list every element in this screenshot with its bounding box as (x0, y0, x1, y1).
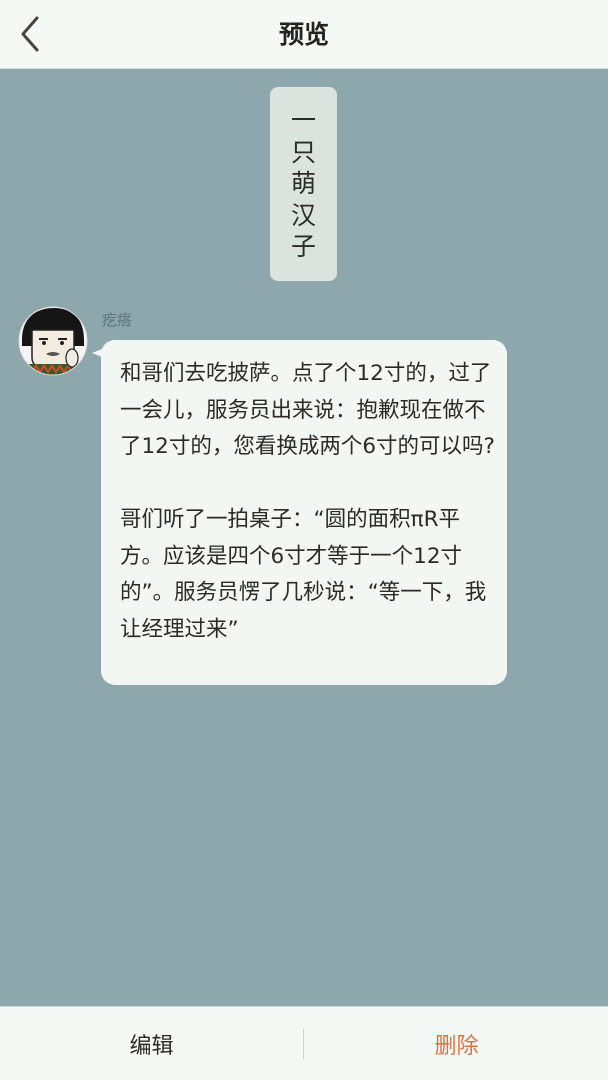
edit-button[interactable]: 编辑 (0, 1007, 303, 1080)
title-char: 汉 (290, 200, 316, 230)
message-bubble[interactable]: 和哥们去吃披萨。点了个12寸的，过了一会儿，服务员出来说：抱歉现在做不了12寸的… (101, 340, 507, 685)
preview-area: 一 只 萌 汉 子 疙瘩 和哥们去吃披萨。点了个12寸的，过了一会儿，服务员出来… (0, 69, 608, 1006)
message-paragraph: 哥们听了一拍桌子：“圆的面积πR平方。应该是四个6寸才等于一个12寸的”。服务员… (120, 507, 487, 642)
bottom-action-bar: 编辑 删除 (0, 1006, 608, 1080)
divider (303, 1029, 304, 1059)
top-bar: 预览 (0, 0, 608, 69)
meme-face-avatar-icon (18, 306, 88, 376)
avatar[interactable] (18, 306, 88, 376)
sender-name: 疙瘩 (102, 311, 133, 329)
title-char: 子 (290, 232, 316, 262)
message-paragraph: 和哥们去吃披萨。点了个12寸的，过了一会儿，服务员出来说：抱歉现在做不了12寸的… (120, 361, 495, 459)
page-title: 预览 (278, 20, 329, 49)
delete-button[interactable]: 删除 (305, 1007, 608, 1080)
title-card: 一 只 萌 汉 子 (270, 87, 337, 281)
title-char: 萌 (290, 169, 316, 199)
title-char: 一 (290, 106, 316, 136)
title-char: 只 (290, 137, 316, 167)
